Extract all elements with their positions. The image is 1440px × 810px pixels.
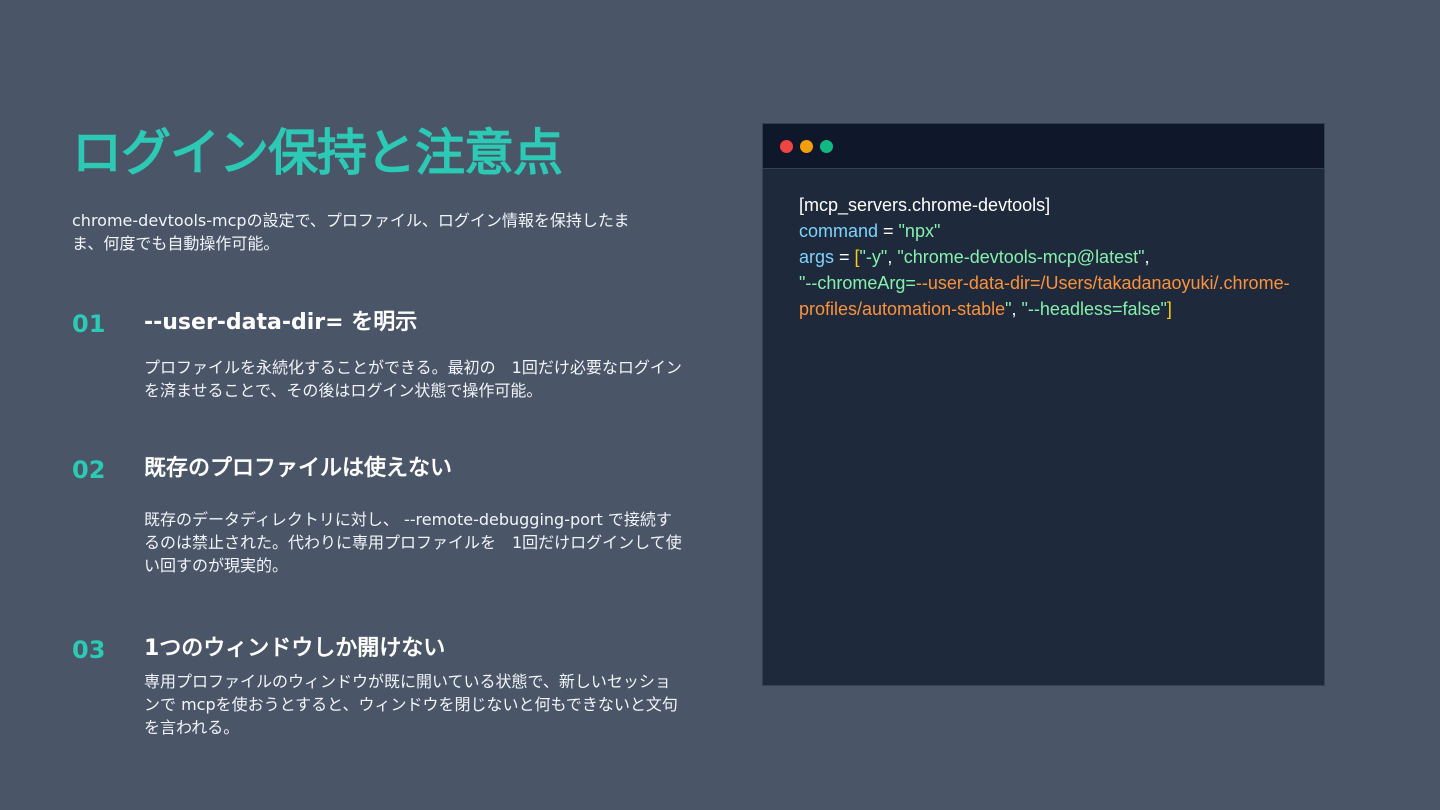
window-title-bar [763,124,1324,169]
minimize-dot-icon [800,140,813,153]
point-heading: 1つのウィンドウしか開けない [144,636,446,661]
point-description: 専用プロファイルのウィンドウが既に開いている状態で、新しいセッションで mcpを… [144,672,678,737]
code-line-args: args = ["-y", "chrome-devtools-mcp@lates… [799,244,1299,322]
code-bracket-close: ] [1166,299,1172,319]
code-equals: = [834,247,855,267]
code-comma: , [1011,299,1022,319]
point-heading: 既存のプロファイルは使えない [144,456,453,481]
code-key: args [799,247,835,267]
point-number: 03 [72,636,106,664]
page-subtitle: chrome-devtools-mcpの設定で、プロファイル、ログイン情報を保持… [72,211,630,253]
code-comma: , [1144,247,1150,267]
point-number: 02 [72,456,106,484]
code-line-command: command = "npx" [799,218,1299,244]
code-string: "chrome-devtools-mcp@latest" [897,247,1145,267]
maximize-dot-icon [820,140,833,153]
code-string: "-y" [859,247,888,267]
close-dot-icon [780,140,793,153]
code-comma: , [887,247,898,267]
point-description: 既存のデータディレクトリに対し、 --remote-debugging-port… [144,510,682,575]
code-key: command [799,221,879,241]
point-heading: --user-data-dir= を明示 [144,310,418,335]
point-description: プロファイルを永続化することができる。最初の 1回だけ必要なログインを済ませるこ… [144,358,682,400]
point-number: 01 [72,310,106,338]
code-string: "npx" [898,221,941,241]
code-string: "--headless=false" [1021,299,1167,319]
code-block: [mcp_servers.chrome-devtools] command = … [799,192,1299,322]
code-string: "--chromeArg= [799,273,916,293]
code-line-section: [mcp_servers.chrome-devtools] [799,195,1051,215]
code-window: [mcp_servers.chrome-devtools] command = … [762,123,1325,686]
page-title: ログイン保持と注意点 [72,124,563,182]
code-equals: = [878,221,899,241]
